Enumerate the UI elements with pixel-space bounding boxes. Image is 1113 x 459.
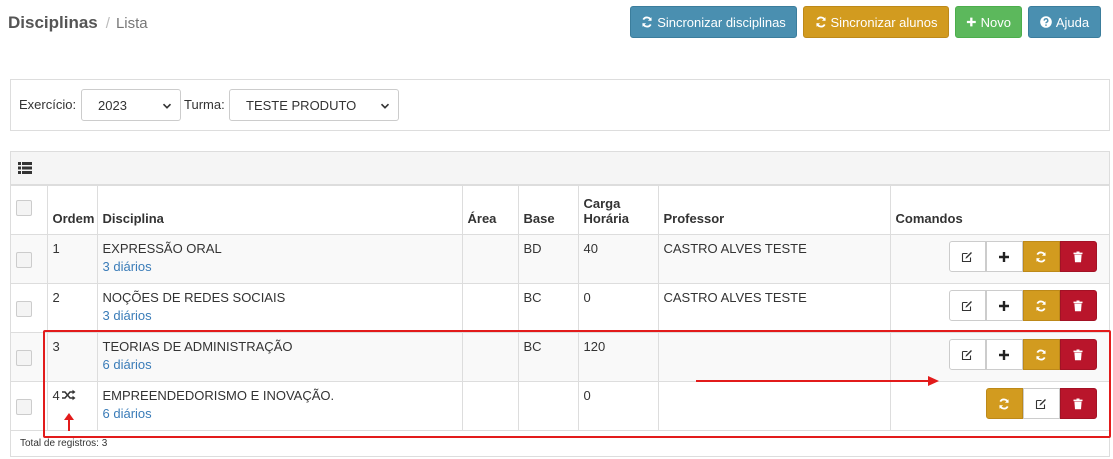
exercicio-value: 2023	[98, 98, 127, 113]
turma-label: Turma:	[184, 97, 225, 112]
chevron-down-icon	[162, 103, 172, 109]
carga-cell: 0	[577, 283, 659, 333]
exercicio-label: Exercício:	[19, 97, 77, 112]
base-cell: BD	[517, 234, 579, 284]
breadcrumb-current: Lista	[115, 15, 148, 32]
table-row: 2 NOÇÕES DE REDES SOCIAIS 3 diários BC 0…	[11, 283, 1110, 333]
disciplina-cell: NOÇÕES DE REDES SOCIAIS 3 diários	[96, 283, 463, 333]
col-professor[interactable]: Professor	[657, 185, 891, 235]
refresh-icon	[1036, 300, 1046, 311]
carga-cell: 40	[577, 234, 659, 284]
delete-button[interactable]	[1059, 290, 1097, 321]
row-checkbox[interactable]	[16, 350, 32, 366]
table-panel-header	[11, 152, 1109, 185]
add-button[interactable]	[985, 241, 1023, 272]
plus-icon	[966, 17, 976, 27]
col-comandos: Comandos	[889, 185, 1110, 235]
professor-cell: CASTRO ALVES TESTE	[657, 234, 891, 284]
comandos-cell	[889, 234, 1110, 284]
disciplina-cell: EXPRESSÃO ORAL 3 diários	[96, 234, 463, 284]
ajuda-button[interactable]: Ajuda	[1028, 6, 1101, 38]
question-icon	[1040, 16, 1052, 28]
exercicio-select[interactable]: 2023	[81, 89, 181, 121]
filter-panel: Exercício: 2023 Turma: TESTE PRODUTO	[10, 79, 1110, 131]
base-cell: BC	[517, 283, 579, 333]
annotation-arrow-right	[696, 376, 939, 386]
disciplina-name: EXPRESSÃO ORAL	[102, 241, 222, 256]
row-checkbox[interactable]	[16, 399, 32, 415]
diarios-link[interactable]: 3 diários	[103, 308, 457, 323]
ordem-cell: 2	[46, 283, 98, 333]
annotation-highlight-box	[43, 330, 1111, 438]
plus-icon	[999, 251, 1009, 262]
row-commands	[896, 241, 1097, 272]
disciplina-name: NOÇÕES DE REDES SOCIAIS	[102, 290, 286, 305]
sync-row-button[interactable]	[1022, 290, 1060, 321]
turma-select[interactable]: TESTE PRODUTO	[229, 89, 399, 121]
trash-icon	[1073, 251, 1083, 262]
col-disciplina[interactable]: Disciplina	[96, 185, 463, 235]
turma-value: TESTE PRODUTO	[246, 98, 357, 113]
row-select-cell	[11, 283, 48, 333]
row-checkbox[interactable]	[16, 252, 32, 268]
row-select-cell	[11, 381, 48, 431]
edit-icon	[961, 251, 972, 262]
col-carga-line1: Carga	[583, 196, 621, 211]
row-select-cell	[11, 234, 48, 284]
plus-icon	[999, 300, 1009, 311]
col-carga-line2: Horária	[583, 211, 630, 226]
chevron-down-icon	[380, 103, 390, 109]
edit-button[interactable]	[948, 290, 986, 321]
row-checkbox[interactable]	[16, 301, 32, 317]
area-cell	[461, 234, 519, 284]
novo-button[interactable]: Novo	[955, 6, 1022, 38]
select-all-checkbox[interactable]	[16, 200, 32, 216]
trash-icon	[1073, 300, 1083, 311]
novo-label: Novo	[980, 14, 1011, 30]
col-ordem[interactable]: Ordem	[46, 185, 98, 235]
refresh-icon	[1036, 251, 1046, 262]
sync-row-button[interactable]	[1022, 241, 1060, 272]
col-area[interactable]: Área	[461, 185, 519, 235]
col-base[interactable]: Base	[517, 185, 579, 235]
select-all-cell	[11, 185, 48, 235]
breadcrumb-separator: /	[105, 15, 110, 32]
ordem-cell: 1	[46, 234, 98, 284]
diarios-link[interactable]: 3 diários	[103, 259, 457, 274]
col-carga-horaria[interactable]: Carga Horária	[577, 185, 659, 235]
sync-disciplinas-button[interactable]: Sincronizar disciplinas	[630, 6, 797, 38]
page-title: Disciplinas	[8, 13, 98, 32]
top-bar: Disciplinas / Lista Sincronizar disciplina…	[0, 0, 1113, 44]
edit-icon	[961, 300, 972, 311]
refresh-icon	[815, 16, 826, 28]
add-button[interactable]	[985, 290, 1023, 321]
sync-alunos-label: Sincronizar alunos	[830, 14, 938, 30]
area-cell	[461, 283, 519, 333]
ajuda-label: Ajuda	[1055, 14, 1090, 30]
comandos-cell	[889, 283, 1110, 333]
row-commands	[896, 290, 1097, 321]
sync-alunos-button[interactable]: Sincronizar alunos	[803, 6, 949, 38]
refresh-icon	[642, 16, 653, 28]
professor-cell: CASTRO ALVES TESTE	[657, 283, 891, 333]
total-records: Total de registros: 3	[20, 438, 108, 449]
breadcrumb: Disciplinas / Lista	[8, 13, 148, 33]
table-row: 1 EXPRESSÃO ORAL 3 diários BD 40 CASTRO …	[11, 234, 1110, 284]
table-header-row: Ordem Disciplina Área Base Carga Horária…	[11, 185, 1110, 235]
sync-disciplinas-label: Sincronizar disciplinas	[657, 14, 786, 30]
edit-button[interactable]	[948, 241, 986, 272]
row-select-cell	[11, 332, 48, 382]
annotation-arrow-up	[64, 413, 74, 431]
list-icon[interactable]	[18, 162, 32, 174]
delete-button[interactable]	[1059, 241, 1097, 272]
